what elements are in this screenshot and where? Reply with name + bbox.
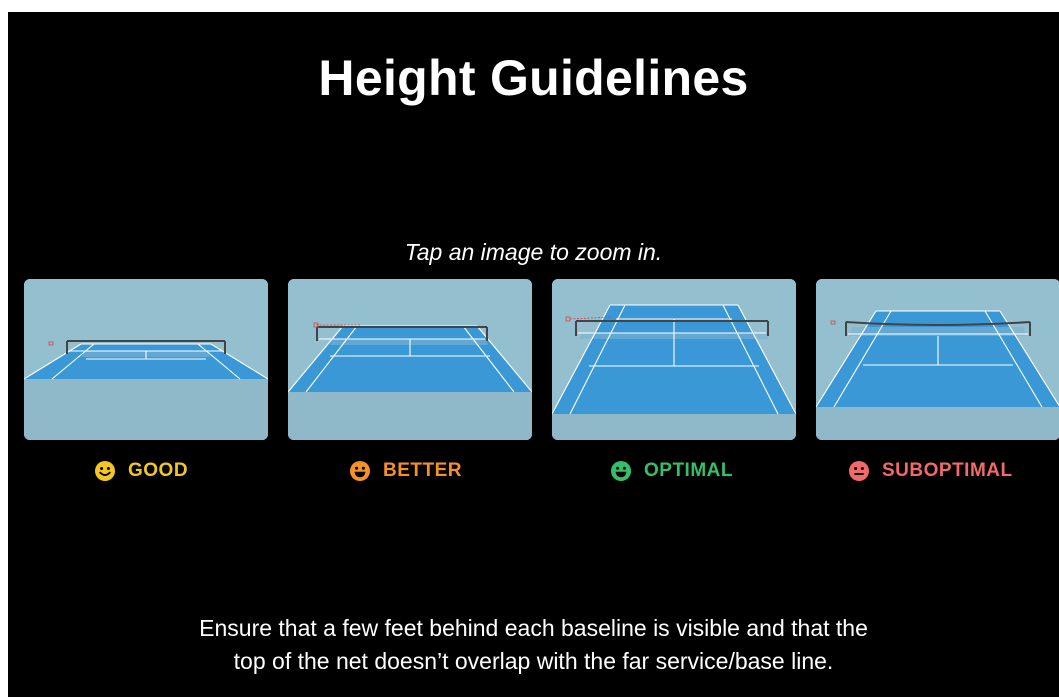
court-image-optimal[interactable]	[552, 279, 796, 440]
instructions: Ensure that a few feet behind each basel…	[8, 612, 1059, 678]
zoom-hint: Tap an image to zoom in.	[404, 239, 663, 265]
rating-suboptimal: SUBOPTIMAL	[849, 458, 1013, 484]
instructions-line-1: Ensure that a few feet behind each basel…	[199, 615, 868, 641]
instructions-line-2: top of the net doesn’t overlap with the …	[233, 648, 834, 674]
court-illustration-better	[288, 279, 532, 440]
neutral-face-icon	[849, 461, 869, 481]
rating-label: BETTER	[383, 460, 462, 481]
rating-label: OPTIMAL	[644, 460, 733, 481]
grin-face-icon	[611, 461, 631, 481]
court-image-better[interactable]	[288, 279, 532, 440]
rating-label: GOOD	[128, 460, 189, 481]
court-illustration-good	[24, 279, 268, 440]
court-illustration-optimal	[552, 279, 796, 440]
rating-better: BETTER	[350, 458, 462, 484]
rating-good: GOOD	[95, 458, 188, 484]
grin-face-icon	[350, 461, 370, 481]
rating-label: SUBOPTIMAL	[882, 460, 1013, 481]
app-screen: Height Guidelines Tap an image to zoom i…	[8, 12, 1059, 697]
smile-face-icon	[95, 461, 115, 481]
court-image-good[interactable]	[24, 279, 268, 440]
rating-optimal: OPTIMAL	[611, 458, 733, 484]
court-image-suboptimal[interactable]	[816, 279, 1059, 440]
court-illustration-suboptimal	[816, 279, 1059, 440]
page-title: Height Guidelines	[318, 50, 749, 106]
